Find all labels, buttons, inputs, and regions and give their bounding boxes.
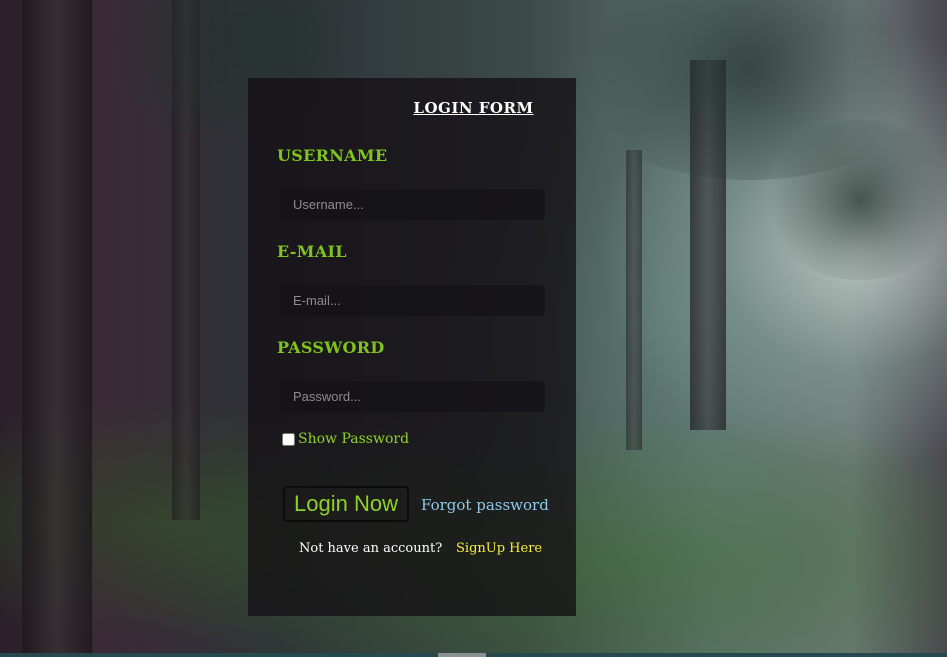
email-label: E-mail bbox=[277, 242, 347, 261]
show-password-checkbox[interactable] bbox=[282, 432, 295, 446]
scrollbar-thumb[interactable] bbox=[438, 653, 486, 657]
password-input[interactable] bbox=[279, 381, 545, 412]
background-foliage bbox=[760, 120, 947, 280]
signup-link[interactable]: SignUp Here bbox=[456, 541, 542, 556]
form-title: Login Form bbox=[413, 99, 534, 117]
no-account-text: Not have an account? bbox=[299, 541, 443, 556]
forgot-password-link[interactable]: Forgot password bbox=[421, 496, 549, 514]
login-button[interactable]: Login Now bbox=[283, 486, 409, 522]
show-password-toggle[interactable]: Show Password bbox=[282, 431, 409, 447]
background-tree-trunk bbox=[626, 150, 642, 450]
email-input[interactable] bbox=[279, 285, 545, 316]
username-input[interactable] bbox=[279, 189, 545, 220]
show-password-label[interactable]: Show Password bbox=[298, 431, 409, 447]
username-label: Username bbox=[277, 146, 388, 165]
password-label: Password bbox=[277, 338, 385, 357]
